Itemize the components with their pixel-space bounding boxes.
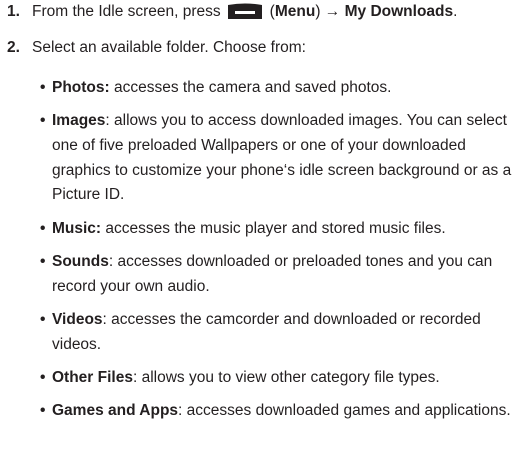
folder-desc: : accesses the camcorder and downloaded … [52, 310, 481, 353]
list-item: • Other Files: allows you to view other c… [40, 366, 523, 391]
step-number: 2. [7, 39, 20, 56]
step-1: 1. From the Idle screen, press (Menu) → M… [0, 0, 523, 26]
bullet-icon: • [40, 79, 46, 96]
folder-desc: : allows you to access downloaded images… [52, 112, 512, 204]
bullet-icon: • [40, 252, 46, 270]
folder-title: Images [52, 112, 106, 130]
folder-desc: : accesses downloaded or preloaded tones… [52, 252, 493, 295]
bullet-icon: • [40, 310, 46, 328]
list-item: • Photos: accesses the camera and saved p… [40, 76, 523, 101]
bullet-icon: • [40, 112, 46, 130]
bullet-icon: • [40, 219, 46, 237]
step-end: . [453, 3, 458, 20]
folder-title: Other Files [52, 368, 133, 386]
destination: My Downloads [344, 3, 454, 20]
step-prefix: From the Idle screen, press [32, 3, 221, 20]
folder-title: Sounds [52, 252, 109, 270]
menu-softkey-icon [226, 1, 264, 30]
folder-title: Photos: [52, 79, 110, 96]
arrow: → [324, 3, 341, 20]
folder-title: Games and Apps [52, 402, 179, 420]
folder-title: Music: [52, 219, 102, 237]
bullet-icon: • [40, 402, 46, 420]
folder-desc: : allows you to view other category file… [132, 368, 440, 386]
key-label: Menu [274, 3, 316, 20]
step-text: From the Idle screen, press (Menu) → My D… [32, 0, 457, 30]
list-item: • Sounds: accesses downloaded or preloade… [40, 250, 523, 299]
list-item: • Videos: accesses the camcorder and down… [40, 308, 523, 357]
step-2: 2. Select an available folder. Choose fr… [0, 36, 523, 62]
key-paren-close: ) [315, 3, 321, 20]
list-item: • Music: accesses the music player and st… [40, 217, 523, 242]
step-number: 1. [7, 3, 20, 20]
step-text: Select an available folder. Choose from: [32, 39, 306, 56]
folder-desc: accesses the camera and saved photos. [109, 79, 392, 96]
list-item: • Images: allows you to access downloaded… [40, 109, 523, 207]
folder-desc: : accesses downloaded games and applicat… [178, 402, 511, 420]
bullet-icon: • [40, 368, 46, 386]
folder-title: Videos [52, 310, 103, 328]
folder-list: • Photos: accesses the camera and saved p… [40, 76, 523, 433]
list-item: • Games and Apps: accesses downloaded gam… [40, 399, 523, 424]
folder-desc: accesses the music player and stored mus… [101, 219, 446, 237]
